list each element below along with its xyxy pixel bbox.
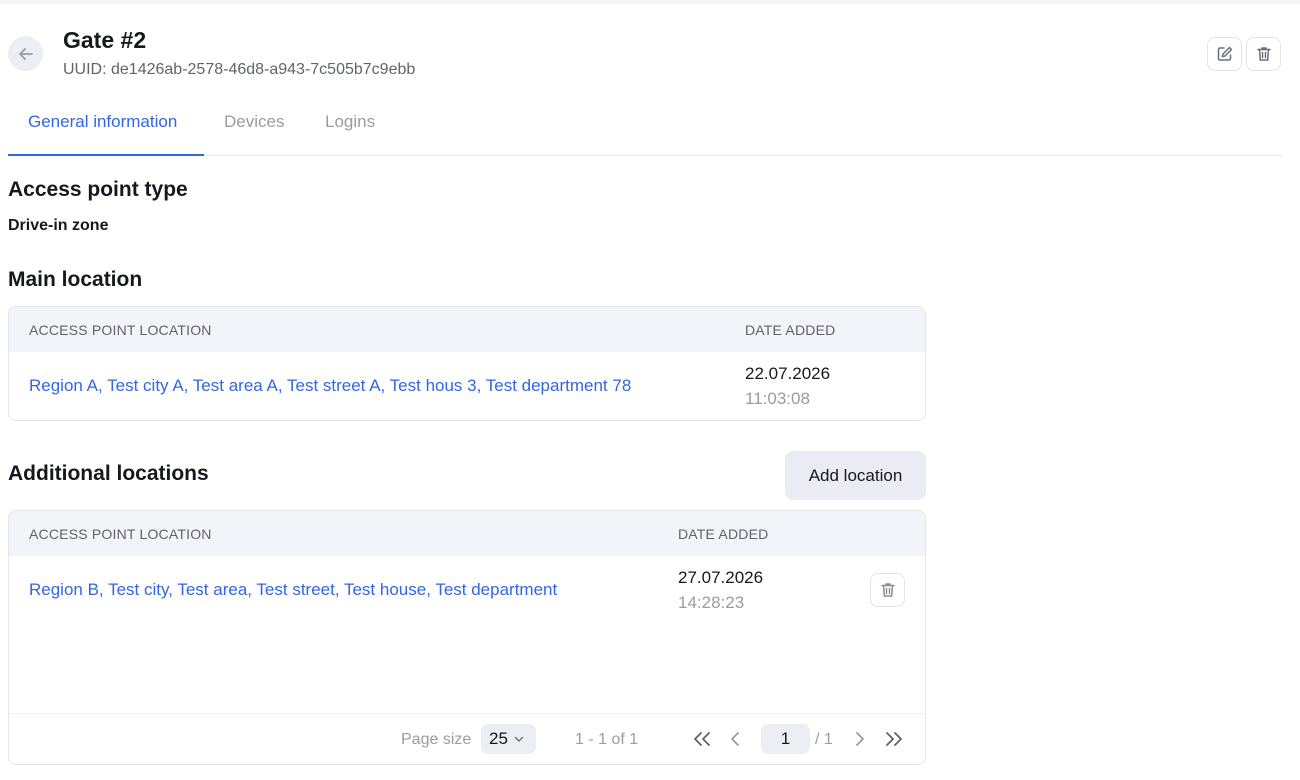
total-pages-label: / 1 — [815, 731, 833, 748]
trash-icon — [1256, 47, 1271, 61]
chevron-left-icon — [731, 732, 739, 746]
access-point-type-value: Drive-in zone — [8, 217, 109, 234]
date-added: 27.07.2026 — [678, 568, 764, 587]
main-location-heading: Main location — [8, 268, 143, 291]
uuid-label: UUID: de1426ab-2578-46d8-a943-7c505b7c9e… — [63, 61, 416, 78]
column-header-date: DATE ADDED — [745, 322, 836, 338]
arrow-left-icon — [18, 47, 33, 60]
date-added: 22.07.2026 — [745, 364, 831, 383]
table-header: ACCESS POINT LOCATION DATE ADDED — [9, 307, 925, 352]
chevrons-right-icon — [886, 732, 902, 746]
next-page-button[interactable] — [847, 726, 873, 752]
delete-button[interactable] — [1246, 37, 1281, 71]
page-title: Gate #2 — [63, 27, 147, 53]
page-size-label: Page size — [401, 731, 472, 748]
table-header: ACCESS POINT LOCATION DATE ADDED — [9, 511, 925, 556]
trash-icon — [880, 583, 895, 597]
back-button[interactable] — [8, 36, 43, 71]
page-number-input[interactable] — [761, 724, 810, 754]
column-header-date: DATE ADDED — [678, 526, 769, 542]
location-link[interactable]: Region B, Test city, Test area, Test str… — [29, 580, 557, 600]
tab-bar: General information Devices Logins — [8, 100, 1282, 156]
add-location-button[interactable]: Add location — [785, 451, 926, 500]
chevron-right-icon — [856, 732, 864, 746]
additional-locations-heading: Additional locations — [8, 462, 209, 485]
chevron-down-icon — [514, 736, 524, 742]
tab-general-information[interactable]: General information — [28, 100, 177, 156]
active-tab-indicator — [8, 154, 204, 156]
time-added: 11:03:08 — [745, 389, 810, 408]
last-page-button[interactable] — [881, 726, 907, 752]
tab-logins[interactable]: Logins — [325, 100, 375, 156]
column-header-location: ACCESS POINT LOCATION — [29, 322, 212, 338]
edit-button[interactable] — [1207, 37, 1242, 71]
location-link[interactable]: Region A, Test city A, Test area A, Test… — [29, 376, 631, 396]
page-size-select[interactable]: 25 — [481, 724, 536, 754]
chevrons-left-icon — [694, 732, 710, 746]
pagination-bar: Page size 25 1 - 1 of 1 / 1 — [9, 713, 925, 764]
first-page-button[interactable] — [689, 726, 715, 752]
time-added: 14:28:23 — [678, 593, 745, 612]
prev-page-button[interactable] — [722, 726, 748, 752]
top-divider — [0, 0, 1300, 4]
delete-location-button[interactable] — [870, 573, 905, 607]
tab-devices[interactable]: Devices — [224, 100, 284, 156]
access-point-type-heading: Access point type — [8, 178, 188, 201]
additional-locations-table: ACCESS POINT LOCATION DATE ADDED Region … — [8, 510, 926, 765]
edit-icon — [1217, 46, 1232, 61]
main-location-table: ACCESS POINT LOCATION DATE ADDED Region … — [8, 306, 926, 421]
page-size-value: 25 — [489, 729, 508, 748]
range-label: 1 - 1 of 1 — [575, 731, 639, 748]
column-header-location: ACCESS POINT LOCATION — [29, 526, 212, 542]
